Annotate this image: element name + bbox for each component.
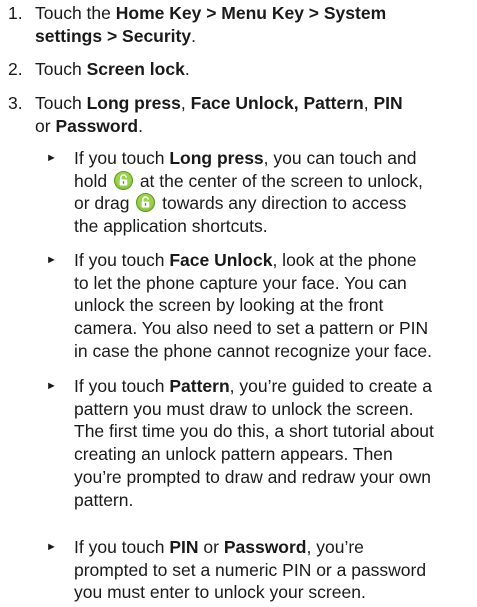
step-number: 1. [8, 3, 23, 23]
option-pin: PIN [169, 537, 199, 557]
bullet-marker: ► [46, 152, 57, 164]
option-password: Password [223, 537, 307, 557]
bullet-face-unlock: ► If you touch Face Unlock, look at the … [46, 250, 433, 361]
step-text: Touch [35, 93, 87, 113]
option-long-press: Long press [169, 148, 264, 168]
step-text: Touch [35, 59, 87, 79]
step-number: 3. [8, 93, 23, 113]
step-3-line-2: or Password. [35, 115, 143, 136]
step-text: . [184, 59, 190, 79]
step-path: settings > Security [35, 25, 192, 46]
bullet-marker: ► [46, 254, 57, 266]
option-face-unlock: Face Unlock [169, 250, 273, 270]
step-text: . [191, 25, 196, 46]
step-text: Touch the [35, 3, 116, 23]
step-setting: Screen lock [86, 59, 185, 79]
bullet-pattern: ► If you touch Pattern, you’re guided to… [46, 376, 434, 510]
step-path: Home Key > Menu Key > System [115, 3, 387, 23]
bullet-marker: ► [46, 380, 57, 392]
option-pin: PIN [373, 93, 403, 113]
step-3-line-1: Touch Long press, Face Unlock, Pattern, … [35, 93, 403, 113]
bullet-long-press: ► If you touch Long press, you can touch… [46, 148, 423, 237]
instruction-page: 1. Touch the Home Key > Menu Key > Syste… [0, 0, 477, 607]
step-1-line-1: Touch the Home Key > Menu Key > System [35, 2, 470, 25]
option-face-unlock-pattern: Face Unlock, Pattern [190, 93, 364, 113]
bullet-pin-password: ► If you touch PIN or Password, you’re p… [46, 537, 427, 603]
unlock-icon [136, 193, 156, 213]
step-3: 3. Touch Long press, Face Unlock, Patter… [8, 92, 470, 137]
step-1: 1. Touch the Home Key > Menu Key > Syste… [8, 2, 470, 47]
bullet-marker: ► [46, 541, 57, 553]
step-2: 2. Touch Screen lock. [8, 58, 470, 81]
step-number: 2. [8, 59, 23, 79]
option-long-press: Long press [86, 93, 181, 113]
step-1-line-2: settings > Security. [35, 25, 470, 48]
option-password: Password [55, 115, 139, 136]
unlock-icon [113, 170, 133, 190]
option-pattern: Pattern [169, 376, 230, 396]
